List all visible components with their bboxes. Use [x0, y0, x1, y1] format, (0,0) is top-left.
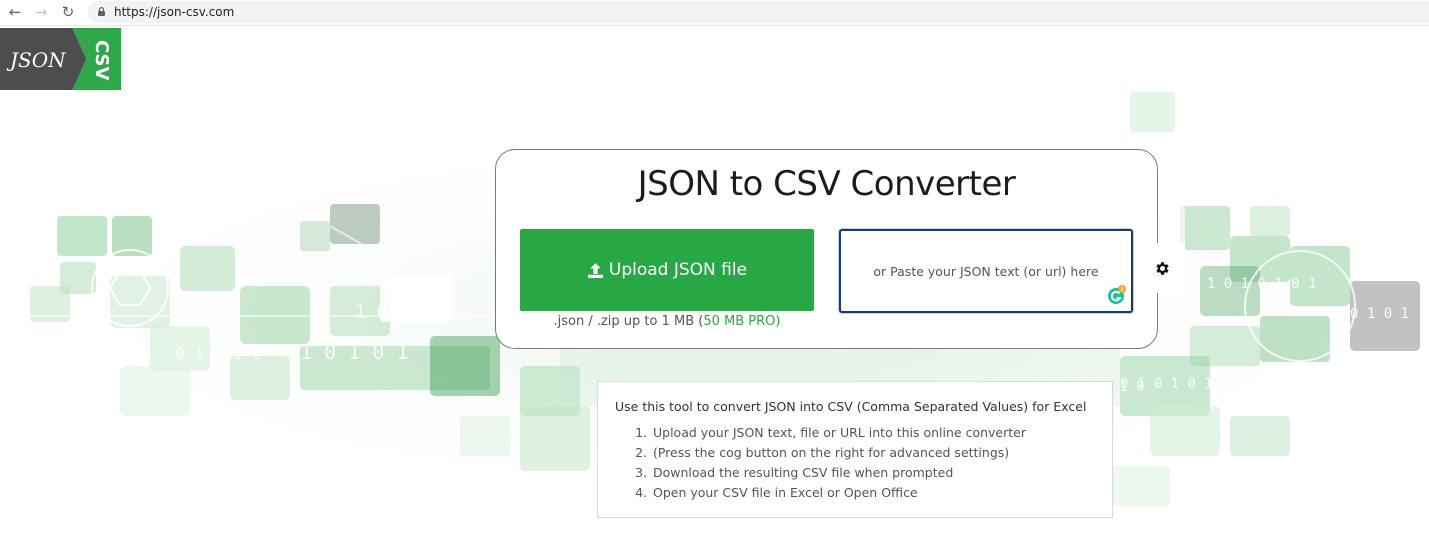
logo-csv-text: CSV	[91, 40, 112, 81]
upload-limit-hint: .json / .zip up to 1 MB (50 MB PRO)	[553, 314, 781, 329]
upload-button-label: Upload JSON file	[608, 260, 748, 280]
page-content: 0 1 0 1 0 1 0 1 0 1 1 0 0 1 0 1 0 1 0 1 …	[0, 26, 1429, 556]
json-csv-logo[interactable]: JSON CSV	[0, 28, 121, 90]
back-arrow-icon[interactable]: ←	[6, 3, 24, 21]
list-item: 1. Upload your JSON text, file or URL in…	[635, 425, 1026, 440]
forward-arrow-icon[interactable]: →	[32, 3, 50, 21]
pro-limit-link[interactable]: 50 MB PRO	[703, 314, 775, 329]
browser-toolbar: ← → ↻ https://json-csv.com	[0, 0, 1429, 26]
svg-text:0 1 0 1: 0 1 0 1	[1350, 306, 1409, 322]
list-item: 3. Download the resulting CSV file when …	[635, 465, 954, 480]
svg-text:1 0: 1 0	[355, 302, 388, 323]
paste-json-textarea[interactable]: or Paste your JSON text (or url) here	[839, 229, 1133, 313]
svg-text:0 1 0 1 0 1 0 1: 0 1 0 1 0 1 0 1	[1190, 276, 1316, 292]
svg-text:1 0 1 0 1: 1 0 1 0 1	[300, 340, 408, 364]
svg-text:0 1 0 1 0: 0 1 0 1 0	[175, 344, 262, 363]
settings-cog-button[interactable]	[1139, 243, 1185, 293]
lock-icon	[98, 7, 105, 16]
list-item: 2. (Press the cog button on the right fo…	[635, 445, 1010, 460]
instructions-panel: Use this tool to convert JSON into CSV (…	[597, 381, 1113, 518]
reload-icon[interactable]: ↻	[59, 3, 77, 21]
upload-icon	[587, 262, 603, 278]
paste-placeholder: or Paste your JSON text (or url) here	[873, 263, 1099, 279]
grammarly-icon[interactable]	[1107, 285, 1127, 305]
cog-icon	[1155, 261, 1169, 275]
url-text: https://json-csv.com	[114, 5, 235, 19]
instructions-list: 1. Upload your JSON text, file or URL in…	[615, 423, 1026, 503]
logo-json-text: JSON	[6, 48, 67, 72]
list-item: 4. Open your CSV file in Excel or Open O…	[635, 485, 918, 500]
upload-json-file-button[interactable]: Upload JSON file	[520, 229, 814, 311]
address-bar[interactable]: https://json-csv.com	[88, 1, 1429, 23]
instructions-heading: Use this tool to convert JSON into CSV (…	[615, 399, 1087, 414]
converter-card: JSON to CSV Converter Upload JSON file .…	[495, 149, 1158, 349]
page-title: JSON to CSV Converter	[637, 164, 1016, 204]
